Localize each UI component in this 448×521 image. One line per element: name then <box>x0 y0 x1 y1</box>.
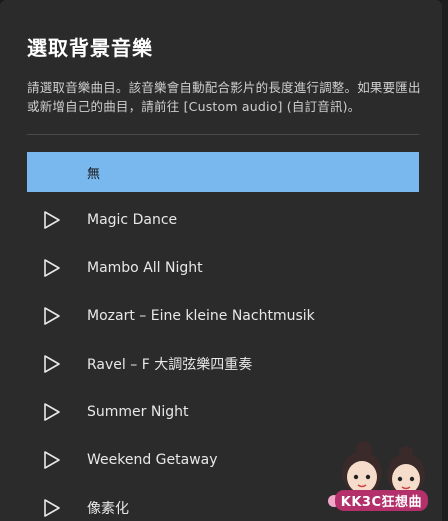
play-icon[interactable] <box>43 402 61 422</box>
track-item-mambo-all-night[interactable]: Mambo All Night <box>27 248 419 288</box>
dialog-description: 請選取音樂曲目。該音樂會自動配合影片的長度進行調整。如果要匯出或新增自己的曲目，… <box>27 80 421 114</box>
track-label: 無 <box>87 166 101 182</box>
play-icon[interactable] <box>43 354 61 374</box>
dialog-title: 選取背景音樂 <box>27 36 153 60</box>
watermark-text: KK3C狂想曲 <box>334 490 428 511</box>
track-label: Mozart – Eine kleine Nachtmusik <box>87 308 315 324</box>
track-label: Ravel – F 大調弦樂四重奏 <box>87 357 253 373</box>
track-label: Mambo All Night <box>87 260 203 276</box>
track-label: Magic Dance <box>87 212 178 228</box>
play-icon[interactable] <box>43 210 61 230</box>
divider <box>27 134 419 135</box>
track-item-none[interactable]: 無 <box>27 152 419 192</box>
track-label: 像素化 <box>87 501 129 517</box>
track-item-summer-night[interactable]: Summer Night <box>27 392 419 432</box>
track-label: Summer Night <box>87 404 189 420</box>
play-icon[interactable] <box>43 258 61 278</box>
play-icon[interactable] <box>43 498 61 518</box>
play-icon[interactable] <box>43 450 61 470</box>
window-edge <box>442 0 448 521</box>
track-item-ravel[interactable]: Ravel – F 大調弦樂四重奏 <box>27 344 419 384</box>
track-item-magic-dance[interactable]: Magic Dance <box>27 200 419 240</box>
watermark-logo: KK3C狂想曲 <box>322 431 440 517</box>
play-icon[interactable] <box>43 306 61 326</box>
track-label: Weekend Getaway <box>87 452 218 468</box>
track-item-mozart[interactable]: Mozart – Eine kleine Nachtmusik <box>27 296 419 336</box>
